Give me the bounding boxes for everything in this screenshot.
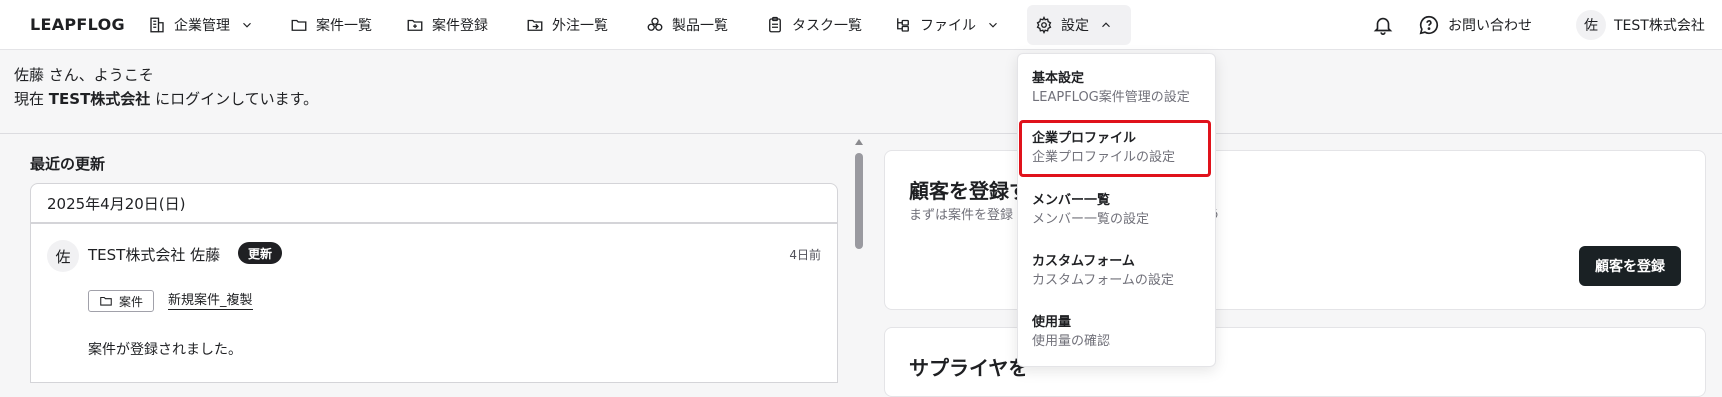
card-title: サプライヤを (909, 356, 1029, 380)
brand-logo[interactable]: LEAPFLOG (30, 15, 125, 34)
nav-label: 設定 (1061, 18, 1089, 34)
menu-item-member-list[interactable]: メンバー一覧 メンバー一覧の設定 (1032, 192, 1149, 230)
menu-item-title: 基本設定 (1032, 71, 1085, 86)
nav-case-list[interactable]: 案件一覧 (282, 5, 380, 45)
nav-label: タスク一覧 (792, 18, 862, 34)
nav-settings[interactable]: 設定 (1027, 5, 1131, 45)
folder-icon (291, 19, 307, 31)
feed-message: 案件が登録されました。 (88, 342, 242, 358)
building-icon (150, 17, 164, 33)
card-subtitle-text: まずは案件を登録 (909, 208, 1014, 223)
login-prefix: 現在 (14, 90, 49, 108)
login-company: TEST株式会社 (48, 90, 151, 108)
chevron-down-icon (989, 22, 997, 28)
menu-item-custom-form[interactable]: カスタムフォーム カスタムフォームの設定 (1032, 253, 1174, 291)
menu-item-title: カスタムフォーム (1032, 254, 1135, 269)
case-link[interactable]: 新規案件_複製 (168, 292, 253, 310)
login-status: 現在 TEST株式会社 にログインしています。 (14, 87, 1708, 111)
nav-files[interactable]: ファイル (886, 5, 1008, 45)
recent-updates-title: 最近の更新 (30, 155, 106, 173)
gear-icon (1036, 16, 1052, 34)
clipboard-icon (769, 16, 781, 33)
status-badge: 更新 (238, 242, 283, 264)
menu-item-desc: 使用量の確認 (1032, 334, 1111, 349)
boxes-icon (647, 17, 663, 31)
login-suffix: にログインしています。 (150, 90, 319, 108)
nav-company-management[interactable]: 企業管理 (140, 5, 262, 45)
welcome-greeting: 佐藤 さん、ようこそ (14, 66, 154, 84)
settings-dropdown-menu: 基本設定 LEAPFLOG案件管理の設定 企業プロファイル 企業プロファイルの設… (1017, 53, 1216, 367)
card-title: 顧客を登録す (909, 179, 1029, 203)
menu-item-title: 使用量 (1032, 315, 1072, 330)
supplier-card: サプライヤを (884, 327, 1706, 397)
scroll-up-arrow[interactable] (855, 139, 863, 145)
help-bubble-icon (1419, 15, 1439, 35)
menu-item-title: メンバー一覧 (1032, 193, 1111, 208)
menu-item-company-profile[interactable]: 企業プロファイル 企業プロファイルの設定 (1032, 130, 1175, 168)
file-tree-icon (897, 18, 909, 32)
feed-author: TEST株式会社 佐藤 (88, 246, 221, 264)
nav-case-register[interactable]: 案件登録 (398, 5, 496, 45)
nav-outsourcing-list[interactable]: 外注一覧 (518, 5, 616, 45)
folder-export-icon (527, 19, 543, 31)
feed-date-header: 2025年4月20日(日) (31, 184, 837, 224)
nav-label: 製品一覧 (672, 18, 728, 34)
nav-label: ファイル (920, 18, 976, 34)
menu-item-usage[interactable]: 使用量 使用量の確認 (1032, 314, 1110, 352)
folder-icon (100, 296, 112, 306)
nav-label: 企業管理 (174, 18, 230, 34)
scrollbar[interactable] (852, 137, 866, 375)
case-tag-label: 案件 (119, 294, 144, 309)
avatar: 佐 (47, 240, 79, 272)
nav-label: 案件一覧 (316, 18, 372, 34)
top-navbar: LEAPFLOG 企業管理 案件一覧 案件登録 外注一覧 製品一覧 タスク一覧 … (0, 0, 1722, 50)
contact-label: お問い合わせ (1448, 18, 1532, 34)
notification-button[interactable] (1364, 5, 1402, 45)
account-menu[interactable]: 佐 TEST株式会社 (1568, 5, 1713, 45)
nav-task-list[interactable]: タスク一覧 (758, 5, 870, 45)
welcome-banner: 佐藤 さん、ようこそ 現在 TEST株式会社 にログインしています。 (0, 50, 1722, 134)
menu-item-desc: LEAPFLOG案件管理の設定 (1032, 90, 1190, 105)
case-tag: 案件 (88, 290, 155, 312)
bell-icon (1373, 17, 1393, 35)
account-company-name: TEST株式会社 (1614, 18, 1705, 34)
menu-item-title: 企業プロファイル (1032, 131, 1137, 146)
register-customer-card: 顧客を登録す まずは案件を登録う 顧客を登録 (884, 150, 1706, 310)
nav-product-list[interactable]: 製品一覧 (638, 5, 736, 45)
nav-label: 外注一覧 (552, 18, 608, 34)
nav-label: 案件登録 (432, 18, 488, 34)
register-customer-button[interactable]: 顧客を登録 (1579, 246, 1681, 286)
chevron-up-icon (1102, 22, 1110, 28)
chevron-down-icon (243, 22, 251, 28)
menu-item-basic-settings[interactable]: 基本設定 LEAPFLOG案件管理の設定 (1032, 70, 1190, 108)
scroll-thumb[interactable] (855, 153, 863, 249)
menu-item-desc: カスタムフォームの設定 (1032, 273, 1174, 288)
recent-updates-feed: 2025年4月20日(日) 佐 TEST株式会社 佐藤 更新 4日前 案件 新規… (30, 183, 838, 383)
menu-item-desc: メンバー一覧の設定 (1032, 212, 1150, 227)
avatar: 佐 (1576, 10, 1606, 40)
contact-link[interactable]: お問い合わせ (1410, 5, 1540, 45)
folder-plus-icon (407, 19, 423, 31)
menu-item-desc: 企業プロファイルの設定 (1032, 150, 1176, 165)
feed-timestamp: 4日前 (789, 248, 821, 262)
